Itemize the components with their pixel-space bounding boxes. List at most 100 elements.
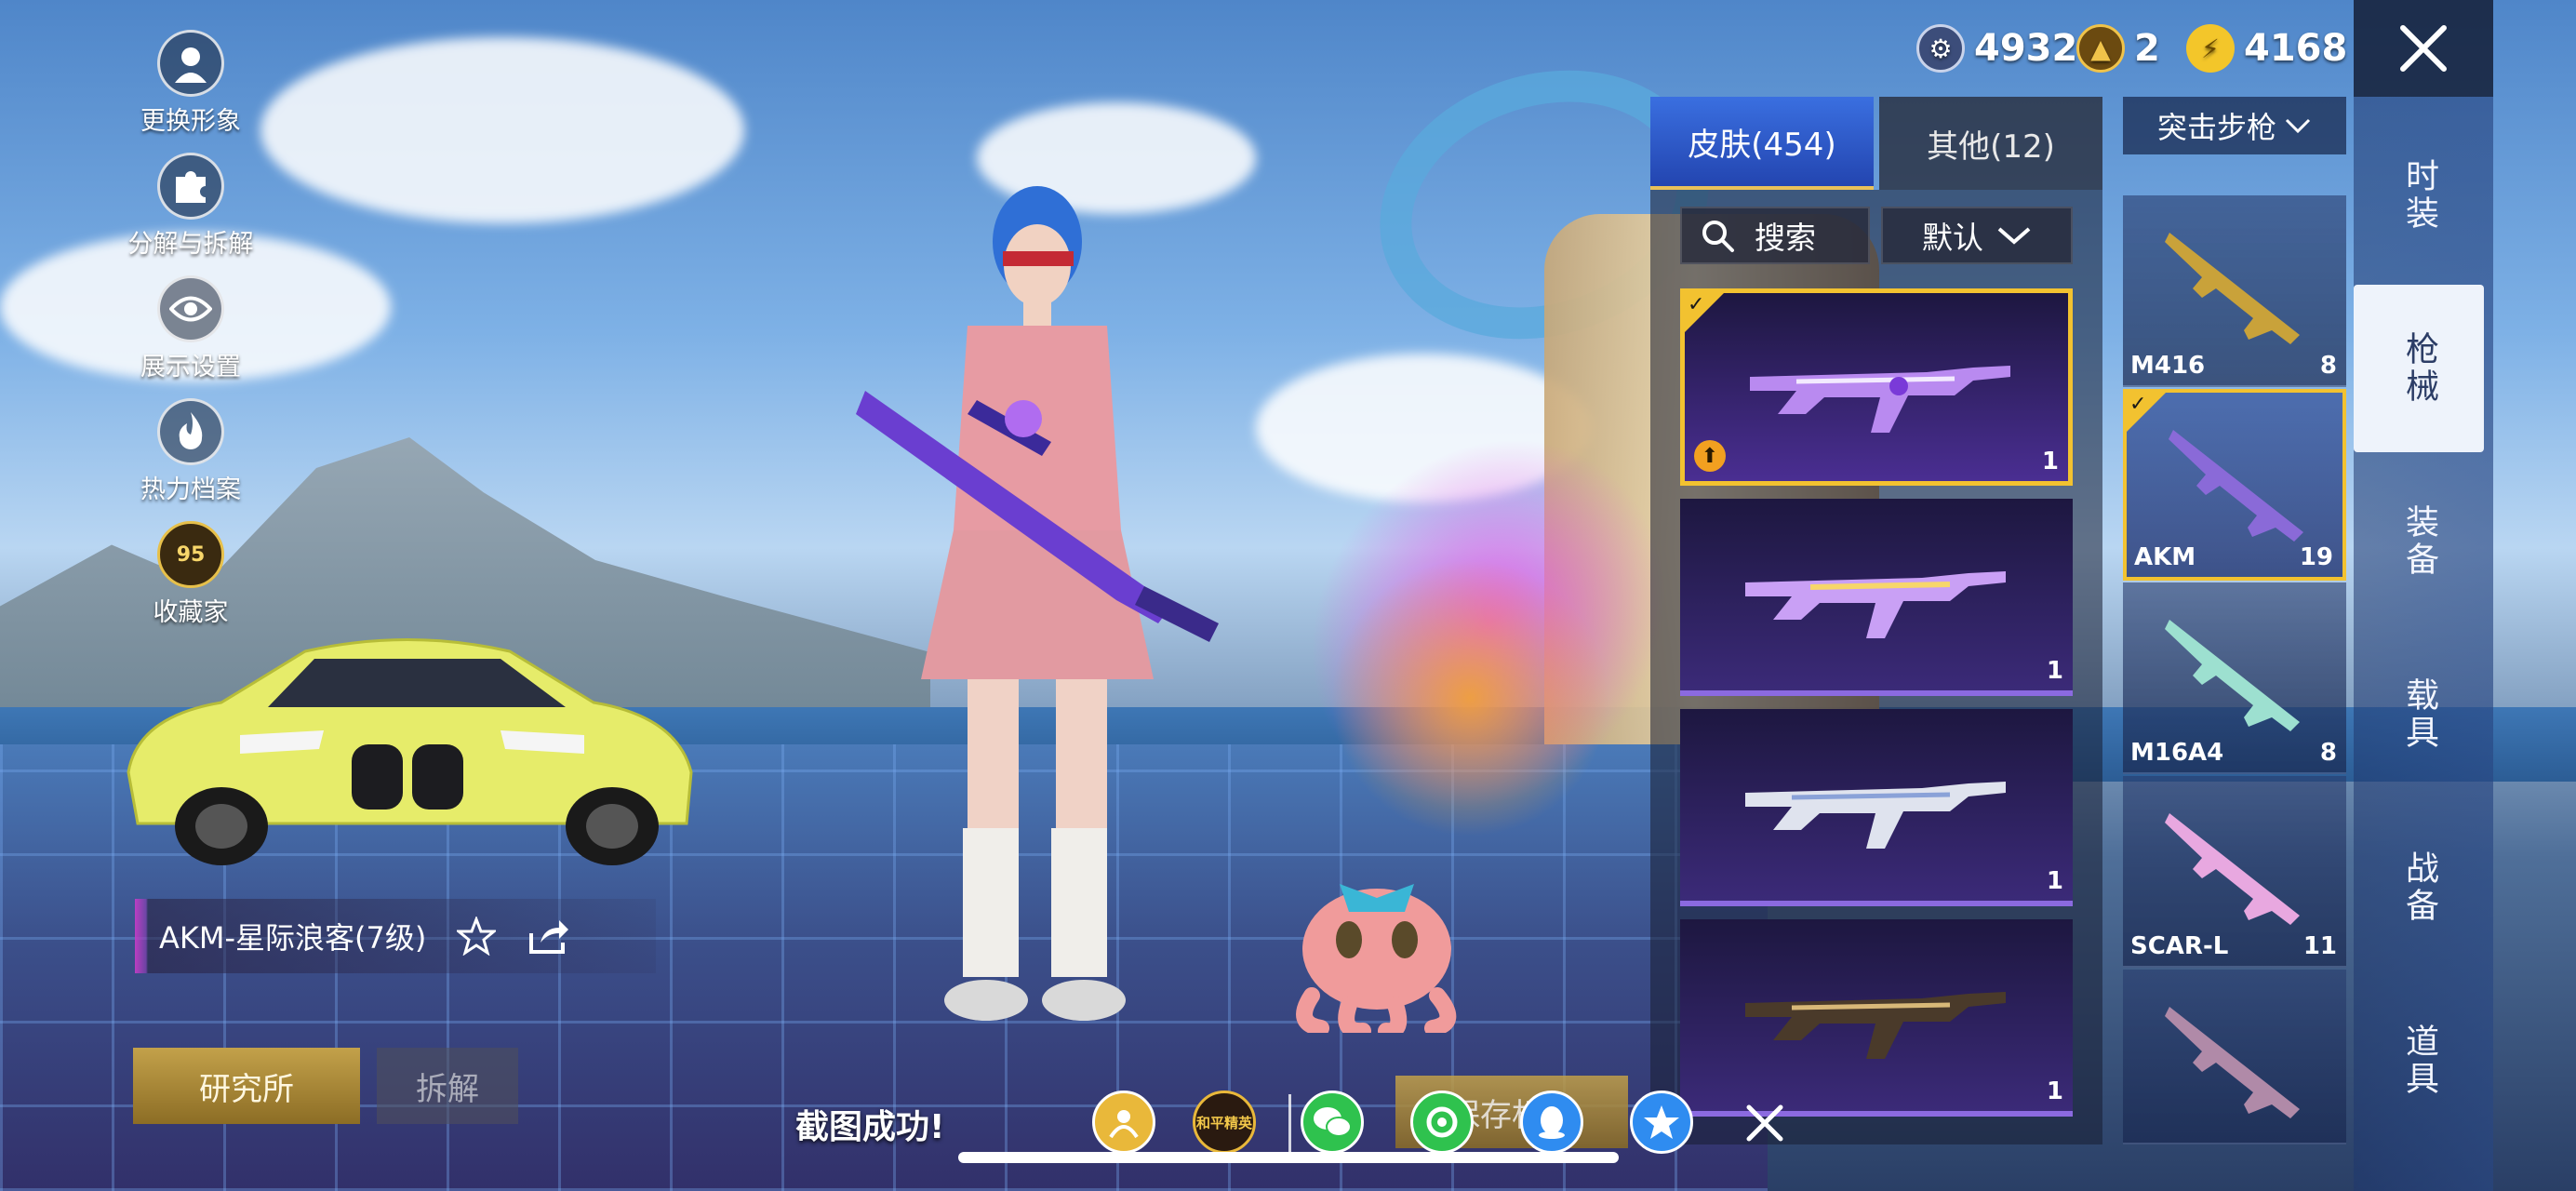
skin-count: 1 [2046,867,2063,895]
moments-icon[interactable] [1410,1091,1474,1154]
weapon-image [2165,1007,2300,1118]
equipped-skin-name-bar: AKM-星际浪客(7级) [135,899,656,973]
cloud [260,37,744,223]
game-logo-text: 和平精英 [1195,1114,1252,1131]
weapon-count: 8 [2319,739,2337,767]
profile-share-icon[interactable] [1092,1091,1155,1154]
silver-amount: 4932 [1974,27,2078,70]
akm-image [2169,430,2303,542]
tab-skins[interactable]: 皮肤(454) [1650,97,1874,190]
heat-archive-label: 热力档案 [140,475,241,504]
collector-label: 收藏家 [153,598,229,627]
sort-dropdown[interactable]: 默认 [1881,207,2073,264]
silver-coin-icon: ⚙ [1916,24,1965,73]
nav-war-prep[interactable]: 战备 [2354,804,2484,971]
weapon-item-m16a4[interactable]: M16A4 8 [2123,582,2346,774]
skin-count: 1 [2041,448,2059,475]
search-icon [1702,221,1734,252]
share-divider [1288,1094,1291,1152]
dismantle-button[interactable]: 拆解 [377,1048,518,1124]
avatar-icon [157,30,224,97]
share-icon[interactable] [527,914,571,958]
nav-items[interactable]: 道具 [2354,977,2484,1144]
eye-icon [157,275,224,342]
nav-vehicles[interactable]: 载具 [2354,631,2484,798]
check-icon: ✓ [1688,293,1705,316]
yellow-sports-car [127,638,693,865]
tab-other[interactable]: 其他(12) [1879,97,2102,190]
puzzle-icon [157,153,224,220]
close-button[interactable] [2354,0,2493,97]
currency-silver: ⚙ 4932 [1916,19,2077,78]
wechat-icon[interactable] [1301,1091,1364,1154]
flame-icon [157,398,224,465]
weapon-count: 19 [2299,543,2333,571]
skin-card[interactable]: ✓ ⬆ 1 [1680,288,2073,486]
collector-button[interactable]: 95 收藏家 [130,521,251,628]
close-icon [2400,25,2447,72]
dismantle-menu-label: 分解与拆解 [127,230,254,259]
close-share-button[interactable] [1736,1094,1794,1152]
weapon-item-akm[interactable]: ✓ AKM 19 [2123,389,2346,581]
gold-amount: 2 [2134,27,2160,70]
m16a4-image [2165,620,2300,731]
screenshot-success-toast: 截图成功! [795,1108,945,1146]
equipped-skin-name: AKM-星际浪客(7级) [159,920,427,956]
akm-skin-image [1750,366,2010,433]
close-icon [1746,1104,1783,1142]
weapon-item-m416[interactable]: M416 8 [2123,195,2346,387]
check-icon: ✓ [2129,393,2147,416]
akm-skin-image [1745,571,2006,638]
chevron-down-icon [1997,227,2031,245]
weapon-category-dropdown[interactable]: 突击步枪 [2123,97,2346,154]
display-settings-label: 展示设置 [140,353,241,381]
nav-fashion[interactable]: 时装 [2354,112,2484,279]
display-settings-button[interactable]: 展示设置 [130,275,251,382]
weapon-item-scar-l[interactable]: SCAR-L 11 [2123,776,2346,968]
weapon-name: AKM [2134,543,2196,571]
player-character [856,186,1219,1021]
lightning-amount: 4168 [2244,27,2348,70]
nav-weapons[interactable]: 枪械 [2354,285,2484,452]
weapon-name: M416 [2130,352,2206,380]
skin-card[interactable]: 1 [1680,919,2073,1117]
weapon-name: M16A4 [2130,739,2224,767]
change-appearance-button[interactable]: 更换形象 [130,30,251,137]
octopus-pet [1296,884,1457,1033]
m416-image [2165,233,2300,344]
skin-count: 1 [2046,657,2063,685]
currency-lightning: ⚡ 4168 [2186,19,2347,78]
upgrade-arrow-icon: ⬆ [1694,440,1726,472]
gold-triangle-icon: ▲ [2076,24,2125,73]
heat-archive-button[interactable]: 热力档案 [130,398,251,505]
akm-skin-image [1745,992,2006,1059]
qzone-icon[interactable] [1630,1091,1693,1154]
weapon-name: SCAR-L [2130,932,2229,960]
favorite-star-icon[interactable] [454,914,499,958]
lightning-coin-icon: ⚡ [2186,24,2235,73]
collector-badge-icon: 95 [157,521,224,588]
nav-equipment[interactable]: 装备 [2354,458,2484,625]
sort-label: 默认 [1922,220,1983,256]
collector-level-badge: 95 [176,542,206,567]
skin-card[interactable]: 1 [1680,709,2073,906]
weapon-count: 11 [2302,932,2337,960]
orange-smoke [1330,558,1609,837]
research-lab-button[interactable]: 研究所 [133,1048,360,1124]
change-appearance-label: 更换形象 [140,107,241,136]
qq-icon[interactable] [1520,1091,1583,1154]
dismantle-menu-button[interactable]: 分解与拆解 [128,153,254,260]
home-indicator[interactable] [958,1152,1619,1163]
game-logo-icon[interactable]: 和平精英 [1193,1091,1256,1154]
scar-l-image [2165,813,2300,925]
akm-skin-image [1745,782,2006,849]
weapon-category-label: 突击步枪 [2156,110,2276,145]
search-label: 搜索 [1755,220,1816,256]
search-box[interactable]: 搜索 [1680,207,1870,264]
currency-gold: ▲ 2 [2076,19,2160,78]
weapon-count: 8 [2319,352,2337,380]
skin-card[interactable]: 1 [1680,499,2073,696]
skin-count: 1 [2046,1077,2063,1105]
chevron-down-icon [2285,118,2311,134]
weapon-item[interactable] [2123,970,2346,1144]
